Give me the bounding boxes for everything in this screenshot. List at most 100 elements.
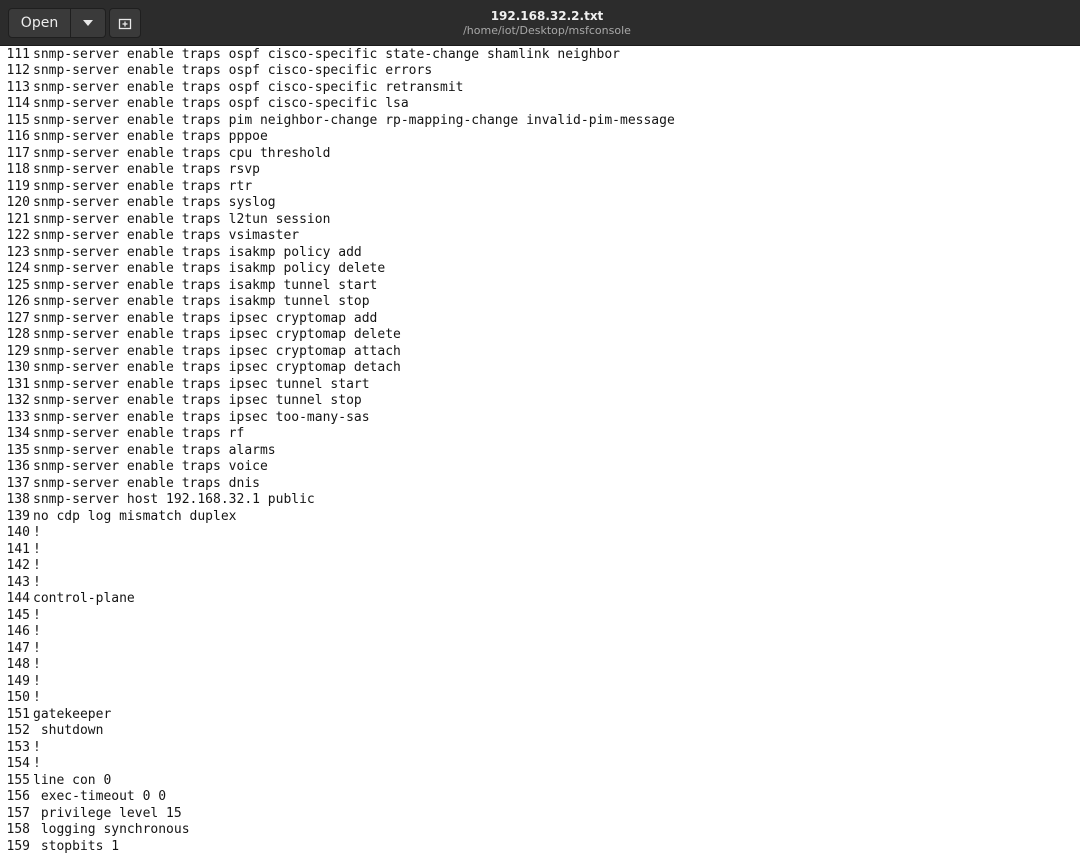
line-number: 154 (6, 756, 30, 771)
editor-line: 135 snmp-server enable traps alarms (0, 443, 1080, 460)
line-text: ! (33, 541, 41, 557)
line-number: 136 (6, 459, 30, 474)
line-number: 111 (6, 46, 30, 62)
line-number: 147 (6, 640, 30, 656)
line-text: snmp-server enable traps ipsec cryptomap… (33, 343, 401, 359)
line-text: privilege level 15 (33, 805, 182, 821)
line-number: 153 (6, 739, 30, 755)
editor-line: 116 snmp-server enable traps pppoe (0, 129, 1080, 146)
editor-line: 141! (0, 542, 1080, 559)
line-text: gatekeeper (33, 706, 112, 722)
chevron-down-icon (83, 20, 93, 26)
editor-line: 111 snmp-server enable traps ospf cisco-s… (0, 47, 1080, 64)
line-text: snmp-server enable traps ipsec cryptomap… (33, 310, 378, 326)
line-number: 121 (6, 211, 30, 227)
line-text: snmp-server enable traps cpu threshold (33, 145, 331, 161)
line-text: line con 0 (33, 772, 112, 788)
editor-line: 112 snmp-server enable traps ospf cisco-s… (0, 63, 1080, 80)
line-text: ! (33, 657, 41, 672)
line-number: 123 (6, 244, 30, 260)
line-number: 133 (6, 409, 30, 425)
editor-line: 134 snmp-server enable traps rf (0, 426, 1080, 443)
line-text: ! (33, 574, 41, 590)
line-text: snmp-server enable traps dnis (33, 475, 260, 491)
editor-line: 139 no cdp log mismatch duplex (0, 509, 1080, 526)
editor-line: 119 snmp-server enable traps rtr (0, 179, 1080, 196)
line-text: snmp-server enable traps ospf cisco-spec… (33, 63, 433, 78)
editor-line: 142! (0, 558, 1080, 575)
line-text: snmp-server enable traps l2tun session (33, 211, 331, 227)
line-number: 118 (6, 162, 30, 177)
new-document-icon (118, 18, 132, 30)
line-number: 120 (6, 195, 30, 210)
editor-line: 114 snmp-server enable traps ospf cisco-s… (0, 96, 1080, 113)
line-text: logging synchronous (33, 822, 190, 837)
editor-line: 158 logging synchronous (0, 822, 1080, 839)
line-text: snmp-server enable traps voice (33, 459, 268, 474)
line-text: snmp-server enable traps isakmp tunnel s… (33, 294, 370, 309)
text-editor-window: 110snmp-server enable traps ospf cisco-s… (0, 0, 1080, 855)
line-number: 126 (6, 294, 30, 309)
editor-line: 127 snmp-server enable traps ipsec crypto… (0, 311, 1080, 328)
line-text: stopbits 1 (33, 838, 120, 854)
line-text: snmp-server enable traps isakmp policy a… (33, 244, 362, 260)
editor-line: 153! (0, 740, 1080, 757)
line-number: 122 (6, 228, 30, 243)
window-title: 192.168.32.2.txt (490, 9, 604, 23)
window-subtitle: /home/iot/Desktop/msfconsole (463, 24, 631, 37)
line-text: control-plane (33, 591, 135, 606)
editor-line: 126 snmp-server enable traps isakmp tunne… (0, 294, 1080, 311)
open-dropdown-button[interactable] (71, 8, 106, 38)
header-bar: Open 192.168.32.2.txt /home/iot/Desktop/… (0, 0, 1080, 46)
editor-line: 140! (0, 525, 1080, 542)
editor-line: 129 snmp-server enable traps ipsec crypto… (0, 344, 1080, 361)
line-text: exec-timeout 0 0 (33, 789, 167, 804)
line-text: ! (33, 525, 41, 540)
line-number: 158 (6, 822, 30, 837)
open-button[interactable]: Open (8, 8, 71, 38)
editor-line: 121 snmp-server enable traps l2tun sessio… (0, 212, 1080, 229)
editor-line: 125 snmp-server enable traps isakmp tunne… (0, 278, 1080, 295)
line-number: 135 (6, 442, 30, 458)
line-number: 157 (6, 805, 30, 821)
editor-line: 130 snmp-server enable traps ipsec crypto… (0, 360, 1080, 377)
line-number: 112 (6, 63, 30, 78)
line-text: snmp-server enable traps ipsec too-many-… (33, 409, 370, 425)
line-number: 127 (6, 310, 30, 326)
editor-line: 150! (0, 690, 1080, 707)
editor-line: 155 line con 0 (0, 773, 1080, 790)
line-number: 149 (6, 673, 30, 689)
editor-line: 122 snmp-server enable traps vsimaster (0, 228, 1080, 245)
open-button-label: Open (20, 15, 59, 31)
line-number: 152 (6, 723, 30, 738)
line-number: 129 (6, 343, 30, 359)
line-number: 114 (6, 96, 30, 111)
line-text: ! (33, 756, 41, 771)
line-number: 155 (6, 772, 30, 788)
line-number: 130 (6, 360, 30, 375)
line-text: ! (33, 640, 41, 656)
line-number: 145 (6, 607, 30, 623)
editor-line: 157 privilege level 15 (0, 806, 1080, 823)
editor-line: 131 snmp-server enable traps ipsec tunnel… (0, 377, 1080, 394)
line-text: snmp-server host 192.168.32.1 public (33, 492, 315, 507)
editor-line: 154! (0, 756, 1080, 773)
editor-text-area[interactable]: 110snmp-server enable traps ospf cisco-s… (0, 30, 1080, 855)
editor-line: 113 snmp-server enable traps ospf cisco-s… (0, 80, 1080, 97)
line-text: snmp-server enable traps ipsec tunnel st… (33, 376, 370, 392)
line-text: ! (33, 673, 41, 689)
line-number: 134 (6, 426, 30, 441)
line-number: 150 (6, 690, 30, 705)
new-document-button[interactable] (109, 8, 141, 38)
editor-line: 138 snmp-server host 192.168.32.1 public (0, 492, 1080, 509)
editor-line: 136 snmp-server enable traps voice (0, 459, 1080, 476)
line-text: snmp-server enable traps rsvp (33, 162, 260, 177)
editor-line: 159 stopbits 1 (0, 839, 1080, 855)
line-text: snmp-server enable traps syslog (33, 195, 276, 210)
line-text: snmp-server enable traps vsimaster (33, 228, 300, 243)
line-number: 124 (6, 261, 30, 276)
line-number: 159 (6, 838, 30, 854)
editor-line: 133 snmp-server enable traps ipsec too-ma… (0, 410, 1080, 427)
line-text: snmp-server enable traps pppoe (33, 129, 268, 144)
editor-line: 120 snmp-server enable traps syslog (0, 195, 1080, 212)
